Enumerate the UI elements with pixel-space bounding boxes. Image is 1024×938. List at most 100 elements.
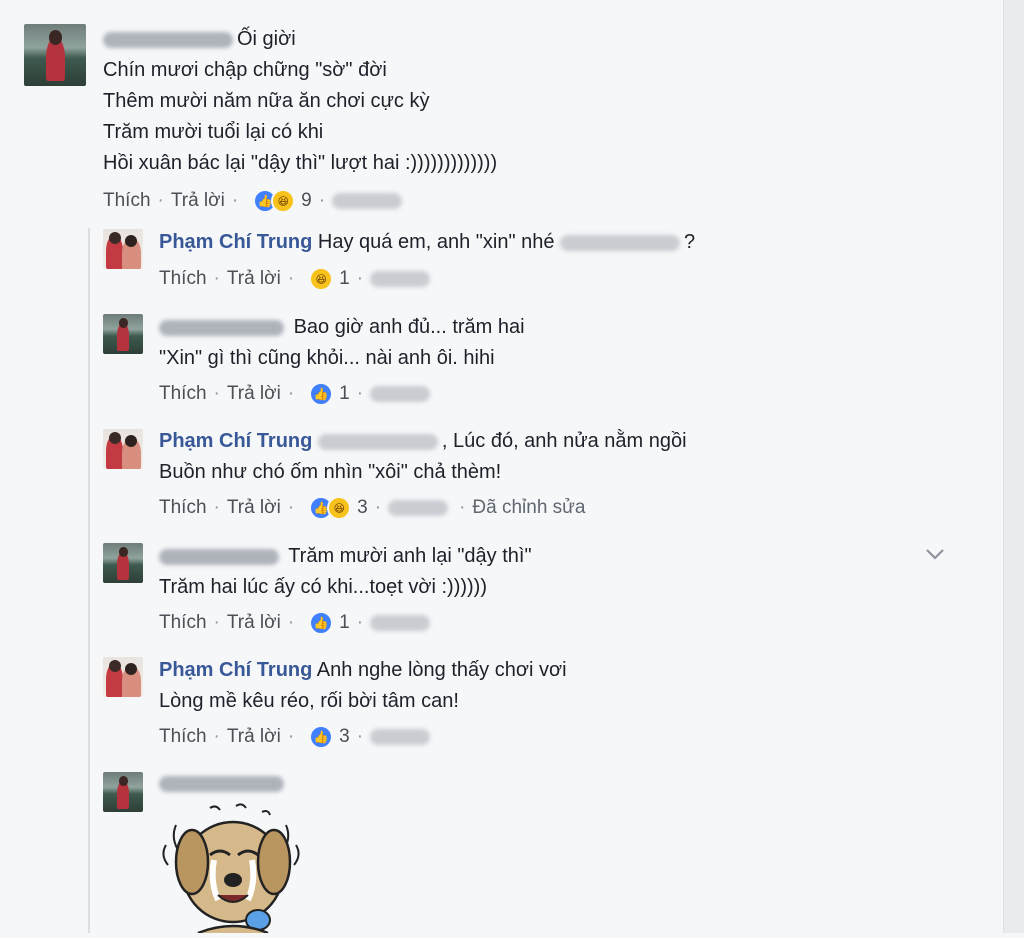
avatar[interactable] xyxy=(103,772,143,812)
reply-line: Buồn như chó ốm nhìn "xôi" chả thèm! xyxy=(159,461,502,483)
redacted-timestamp xyxy=(370,615,431,631)
redacted-mention[interactable] xyxy=(317,433,438,450)
reply-link[interactable]: Trả lời xyxy=(227,383,281,405)
reply-line: Bao giờ anh đủ... trăm hai xyxy=(293,316,525,338)
separator: · xyxy=(374,497,382,518)
reply-line: Trăm mười anh lại "dậy thì" xyxy=(288,545,532,567)
separator: · xyxy=(459,497,466,518)
comment-line: Chín mươi chập chững "sờ" đời xyxy=(103,59,387,81)
reply-actions: Thích · Trả lời · 😆 1 · xyxy=(159,264,434,294)
comment-line: Thêm mười năm nữa ăn chơi cực kỳ xyxy=(103,90,430,112)
reply-link[interactable]: Trả lời xyxy=(227,497,281,519)
reaction-count: 3 xyxy=(357,497,368,518)
reaction-count: 9 xyxy=(301,190,312,211)
reply-link[interactable]: Trả lời xyxy=(227,268,281,290)
reaction-count: 1 xyxy=(339,383,350,404)
separator: · xyxy=(287,383,295,404)
laughing-face-icon: 😆 xyxy=(327,496,352,520)
redacted-author-name[interactable] xyxy=(159,548,279,565)
author-link[interactable]: Phạm Chí Trung xyxy=(159,430,312,452)
thumbs-up-icon: 👍 xyxy=(309,611,334,635)
separator: · xyxy=(157,190,164,211)
reactions-summary[interactable]: 👍 1 xyxy=(309,611,350,635)
like-link[interactable]: Thích xyxy=(103,190,151,212)
comment-line: Ối giời xyxy=(237,28,296,50)
separator: · xyxy=(356,268,364,289)
like-link[interactable]: Thích xyxy=(159,383,207,405)
reactions-summary[interactable]: 😆 1 xyxy=(309,267,350,291)
author-link[interactable]: Phạm Chí Trung xyxy=(159,231,312,253)
reply-line: Lòng mề kêu réo, rối bời tâm can! xyxy=(159,690,459,712)
thumbs-up-icon: 👍 xyxy=(309,725,334,749)
avatar[interactable] xyxy=(103,657,143,697)
reply-line: "Xin" gì thì cũng khỏi... nài anh ôi. hi… xyxy=(159,347,495,369)
like-link[interactable]: Thích xyxy=(159,612,207,634)
reply-link[interactable]: Trả lời xyxy=(227,726,281,748)
reaction-count: 1 xyxy=(339,268,350,289)
comment-line: Hồi xuân bác lại "dậy thì" lượt hai :)))… xyxy=(103,152,498,174)
laughing-face-icon: 😆 xyxy=(309,267,334,291)
separator: · xyxy=(287,497,295,518)
reply-actions: Thích · Trả lời · 👍 3 · xyxy=(159,722,434,752)
reply-body: Phạm Chí Trung Hay quá em, anh "xin" nhé… xyxy=(159,227,695,258)
avatar[interactable] xyxy=(103,314,143,354)
separator: · xyxy=(287,726,295,747)
redacted-author-name[interactable] xyxy=(103,31,233,48)
separator: · xyxy=(318,190,326,211)
redacted-timestamp xyxy=(388,500,449,516)
edited-label[interactable]: Đã chỉnh sửa xyxy=(472,497,585,519)
redacted-author-name[interactable] xyxy=(159,775,284,792)
separator: · xyxy=(287,612,295,633)
reply-actions: Thích · Trả lời · 👍 1 · xyxy=(159,608,434,638)
reply-line: Hay quá em, anh "xin" nhé xyxy=(317,231,555,253)
author-link[interactable]: Phạm Chí Trung xyxy=(159,659,312,681)
separator: · xyxy=(213,726,220,747)
avatar[interactable] xyxy=(103,543,143,583)
separator: · xyxy=(213,497,220,518)
avatar[interactable] xyxy=(24,24,86,86)
reply-body: Phạm Chí Trung Anh nghe lòng thấy chơi v… xyxy=(159,655,567,717)
reply-actions: Thích · Trả lời · 👍 😆 3 · · Đã chỉnh sửa xyxy=(159,493,585,523)
reaction-count: 1 xyxy=(339,612,350,633)
separator: · xyxy=(213,383,220,404)
reactions-summary[interactable]: 👍 😆 3 xyxy=(309,496,368,520)
reply-author-row xyxy=(159,775,288,793)
reply-body: Bao giờ anh đủ... trăm hai "Xin" gì thì … xyxy=(159,312,525,374)
reply-link[interactable]: Trả lời xyxy=(171,190,225,212)
scrollbar-track[interactable] xyxy=(1003,0,1024,933)
separator: · xyxy=(356,612,364,633)
avatar[interactable] xyxy=(103,429,143,469)
like-link[interactable]: Thích xyxy=(159,268,207,290)
separator: · xyxy=(356,383,364,404)
like-link[interactable]: Thích xyxy=(159,726,207,748)
chevron-down-icon[interactable] xyxy=(922,541,948,567)
reply-actions: Thích · Trả lời · 👍 1 · xyxy=(159,379,434,409)
reply-body: Trăm mười anh lại "dậy thì" Trăm hai lúc… xyxy=(159,541,532,603)
reply-link[interactable]: Trả lời xyxy=(227,612,281,634)
reaction-count: 3 xyxy=(339,726,350,747)
reply-line: , Lúc đó, anh nửa nằm ngồi xyxy=(441,430,687,452)
reactions-summary[interactable]: 👍 3 xyxy=(309,725,350,749)
redacted-timestamp xyxy=(370,271,431,287)
separator: · xyxy=(356,726,364,747)
comment-actions: Thích · Trả lời · 👍 😆 9 · xyxy=(103,186,406,216)
separator: · xyxy=(213,612,220,633)
like-link[interactable]: Thích xyxy=(159,497,207,519)
separator: · xyxy=(213,268,220,289)
reply-line: Trăm hai lúc ấy có khi...toẹt vời :)))))… xyxy=(159,576,487,598)
reactions-summary[interactable]: 👍 😆 9 xyxy=(253,189,312,213)
reply-body: Phạm Chí Trung , Lúc đó, anh nửa nằm ngồ… xyxy=(159,426,687,488)
separator: · xyxy=(287,268,295,289)
avatar[interactable] xyxy=(103,229,143,269)
reply-line: Anh nghe lòng thấy chơi vơi xyxy=(316,659,567,681)
laughing-face-icon: 😆 xyxy=(271,189,296,213)
comment-body: Ối giời Chín mươi chập chững "sờ" đời Th… xyxy=(103,24,497,179)
redacted-timestamp xyxy=(370,386,431,402)
redacted-author-name[interactable] xyxy=(159,319,284,336)
reactions-summary[interactable]: 👍 1 xyxy=(309,382,350,406)
crying-dog-sticker[interactable] xyxy=(158,800,308,935)
redacted-mention[interactable] xyxy=(560,234,681,251)
reply-thread-line xyxy=(88,228,90,933)
separator: · xyxy=(231,190,239,211)
redacted-timestamp xyxy=(370,729,431,745)
